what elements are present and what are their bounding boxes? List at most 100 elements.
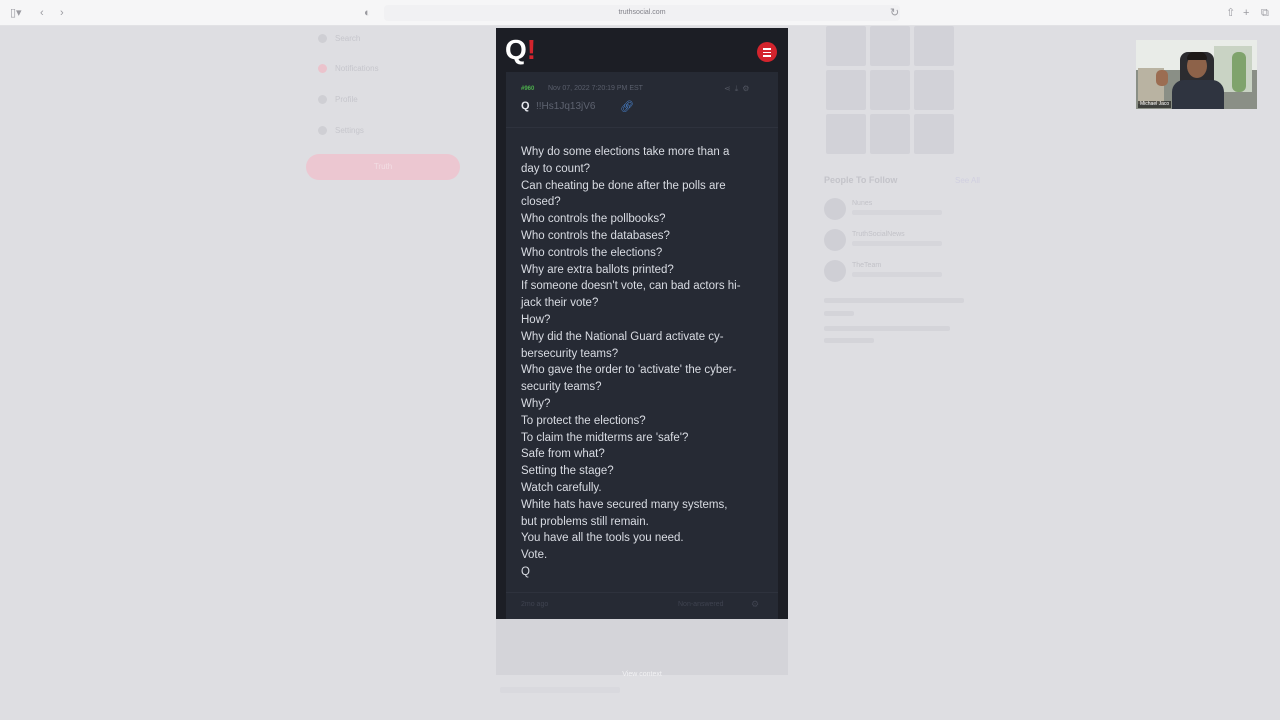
post-body: Why do some elections take more than a da… (521, 144, 771, 581)
reload-icon[interactable]: ↻ (890, 6, 899, 20)
media-thumbnail[interactable] (826, 114, 866, 154)
follow-suggestion-name: TruthSocialNews (852, 231, 905, 238)
media-thumbnail[interactable] (914, 70, 954, 110)
nav-item-notifications[interactable]: Notifications (318, 64, 379, 76)
post-footer: 2mo ago Non-answered ⚙ (506, 592, 778, 619)
user-icon (318, 95, 327, 105)
follow-suggestion[interactable]: Nunes (824, 198, 974, 222)
footer-text-line (824, 326, 950, 331)
post-line: Safe from what? (521, 448, 605, 461)
media-thumbnail[interactable] (914, 114, 954, 154)
tab-overview-icon[interactable]: ⧉ (1261, 6, 1269, 20)
follow-suggestion[interactable]: TheTeam (824, 260, 974, 284)
post-line: but problems still remain. (521, 515, 649, 528)
follow-suggestion[interactable]: TruthSocialNews (824, 229, 974, 253)
webcam-person-body (1172, 80, 1224, 109)
post-line: Vote. (521, 549, 548, 562)
forward-icon[interactable]: › (60, 6, 64, 20)
see-all-link[interactable]: See All (955, 176, 980, 185)
follow-suggestion-handle (852, 241, 942, 246)
hamburger-icon (763, 55, 771, 57)
hamburger-icon (763, 51, 771, 53)
post-age: 2mo ago (521, 601, 549, 608)
sidebar-toggle-icon[interactable]: ▯▾ (10, 6, 22, 20)
post-line: How? (521, 313, 551, 326)
q-logo[interactable]: Q! (505, 34, 536, 66)
post-line: Q (521, 565, 530, 578)
media-thumbnail[interactable] (870, 70, 910, 110)
footer-text-line (500, 687, 620, 693)
footer-text-line (824, 298, 964, 303)
footer-text-line (824, 311, 854, 316)
media-thumbnail[interactable] (870, 26, 910, 66)
post-line: Why? (521, 397, 551, 410)
post-number[interactable]: #960 (521, 86, 534, 92)
phone-view: Q! #960 Nov 07, 2022 7:20:19 PM EST ⋖⤓⚙ … (496, 28, 788, 619)
post-status: Non-answered (678, 601, 724, 608)
nav-item-settings[interactable]: Settings (318, 126, 364, 138)
address-url: truthsocial.com (618, 9, 666, 16)
webcam-plant (1232, 52, 1246, 92)
media-thumbnail-grid (826, 26, 954, 154)
post-line: day to count? (521, 162, 591, 175)
post-line: Setting the stage? (521, 465, 614, 478)
post-line: security teams? (521, 381, 602, 394)
webcam-person-hair (1187, 52, 1207, 60)
bell-icon (318, 64, 327, 74)
post-line: To claim the midterms are 'safe'? (521, 431, 689, 444)
truth-button[interactable]: Truth (306, 154, 460, 180)
follow-suggestion-handle (852, 210, 942, 215)
post-line: Why are extra ballots printed? (521, 263, 674, 276)
follow-suggestion-name: Nunes (852, 200, 873, 207)
new-tab-icon[interactable]: + (1243, 6, 1249, 20)
webcam-name-label: Michael Jaco (1138, 101, 1172, 108)
post-line: White hats have secured many systems, (521, 498, 728, 511)
post-card: #960 Nov 07, 2022 7:20:19 PM EST ⋖⤓⚙ Q !… (506, 72, 778, 619)
avatar (824, 260, 846, 282)
nav-item-profile[interactable]: Profile (318, 95, 358, 107)
footer-text-line (824, 338, 874, 343)
link-icon[interactable]: 🔗︎ (620, 100, 634, 113)
post-line: closed? (521, 196, 561, 209)
media-thumbnail[interactable] (914, 26, 954, 66)
media-thumbnail[interactable] (826, 70, 866, 110)
avatar (824, 198, 846, 220)
post-line: Who controls the elections? (521, 246, 663, 259)
share-icon[interactable]: ⇧ (1226, 6, 1235, 20)
follow-suggestion-name: TheTeam (852, 262, 882, 269)
media-thumbnail[interactable] (870, 114, 910, 154)
post-line: Why do some elections take more than a (521, 146, 730, 158)
post-action-icons: ⋖⤓⚙ (724, 84, 753, 94)
media-thumbnail[interactable] (826, 26, 866, 66)
address-bar[interactable]: truthsocial.com (384, 5, 900, 21)
avatar (824, 229, 846, 251)
webcam-overlay: Michael Jaco (1136, 40, 1257, 109)
back-icon[interactable]: ‹ (40, 6, 44, 20)
post-line: Who gave the order to 'activate' the cyb… (521, 364, 737, 377)
nav-item-search[interactable]: Search (318, 34, 360, 46)
post-line: jack their vote? (521, 297, 599, 310)
gear-icon (318, 126, 327, 136)
post-line: Who controls the databases? (521, 229, 670, 242)
menu-button[interactable] (757, 42, 777, 62)
post-date: Nov 07, 2022 7:20:19 PM EST (548, 85, 643, 92)
browser-toolbar: ▯▾ ‹ › ◐ truthsocial.com ↻ ⇧ + ⧉ (0, 0, 1280, 26)
people-to-follow-title: People To Follow (824, 175, 898, 185)
media-placeholder (496, 619, 788, 675)
app-header: Q! (496, 28, 788, 72)
hamburger-icon (763, 48, 771, 50)
follow-suggestion-handle (852, 272, 942, 277)
post-line: To protect the elections? (521, 414, 646, 427)
post-line: Watch carefully. (521, 481, 602, 494)
settings-icon[interactable]: ⚙ (742, 84, 753, 93)
settings-icon[interactable]: ⚙ (751, 599, 759, 610)
post-line: Why did the National Guard activate cy- (521, 330, 724, 343)
post-line: You have all the tools you need. (521, 532, 684, 545)
post-header: #960 Nov 07, 2022 7:20:19 PM EST ⋖⤓⚙ Q !… (506, 72, 778, 128)
post-line: bersecurity teams? (521, 347, 619, 360)
view-context-link[interactable]: View context (496, 671, 788, 678)
post-line: Who controls the pollbooks? (521, 213, 666, 226)
privacy-shield-icon[interactable]: ◐ (364, 6, 371, 20)
post-author: Q (521, 100, 530, 112)
share-icon[interactable]: ⋖ (724, 84, 735, 93)
